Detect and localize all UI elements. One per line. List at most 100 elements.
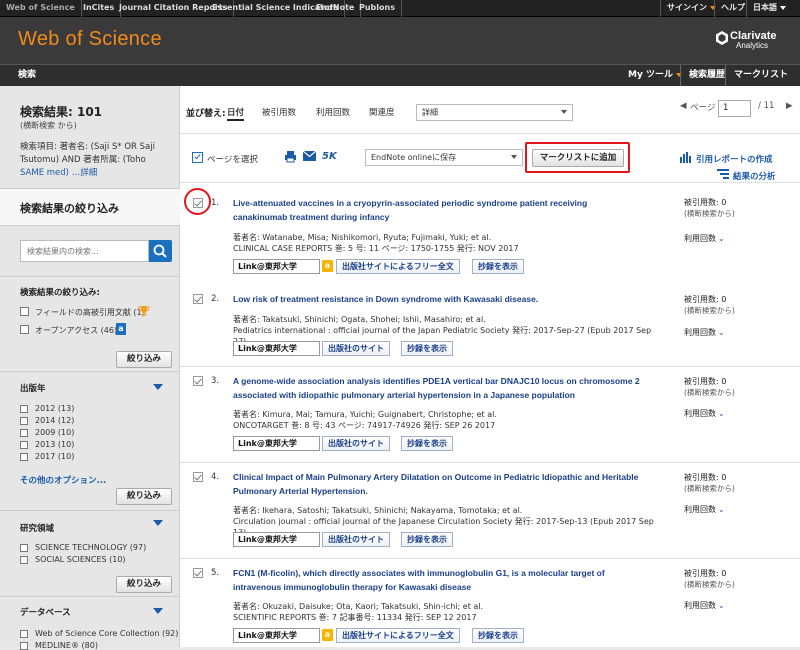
page-number-input[interactable]: 1 bbox=[718, 100, 751, 117]
title-line[interactable]: Live-attenuated vaccines in a cryopyrin-… bbox=[233, 196, 643, 210]
publisher-site-button[interactable]: 出版社のサイト bbox=[322, 436, 390, 451]
select-page-checkbox[interactable] bbox=[192, 152, 203, 163]
research-title: 研究領域 bbox=[20, 524, 55, 534]
page-total: / 11 bbox=[758, 101, 775, 111]
publisher-site-button[interactable]: 出版社のサイト bbox=[322, 341, 390, 356]
sort-date[interactable]: 日付 bbox=[227, 106, 245, 121]
refine-button[interactable]: 絞り込み bbox=[116, 488, 172, 505]
record-title[interactable]: Live-attenuated vaccines in a cryopyrin-… bbox=[233, 196, 643, 224]
year-checkbox[interactable] bbox=[20, 405, 28, 413]
marked-list-link[interactable]: マークリスト bbox=[725, 65, 796, 87]
year-checkbox[interactable] bbox=[20, 453, 28, 461]
record-checkbox[interactable] bbox=[193, 472, 203, 482]
research-label: SOCIAL SCIENCES (10) bbox=[35, 555, 126, 564]
endnote-value: EndNote onlineに保存 bbox=[371, 153, 457, 162]
highlight-circle bbox=[184, 188, 211, 215]
prev-page-icon[interactable]: ◀ bbox=[680, 101, 687, 111]
record-checkbox[interactable] bbox=[193, 376, 203, 386]
select-page-label[interactable]: ページを選択 bbox=[207, 153, 258, 165]
tab-web-of-science[interactable]: Web of Science bbox=[0, 0, 82, 17]
times-cited-source: (横断検索から) bbox=[684, 484, 735, 493]
publisher-site-button[interactable]: 出版社のサイト bbox=[322, 532, 390, 547]
database-checkbox[interactable] bbox=[20, 642, 28, 650]
usage-label: 利用回数 bbox=[684, 601, 716, 610]
view-abstract-button[interactable]: 抄録を表示 bbox=[401, 532, 453, 547]
result-record: 3. A genome-wide association analysis id… bbox=[180, 366, 800, 456]
usage-count-toggle[interactable]: 利用回数 ⌄ bbox=[684, 327, 725, 338]
result-source: (横断検索 から) bbox=[20, 121, 77, 130]
title-line[interactable]: canakinumab treatment during infancy bbox=[233, 210, 643, 224]
times-cited: 被引用数: 0 bbox=[684, 295, 727, 304]
tab-publons[interactable]: Publons bbox=[353, 0, 402, 17]
refine-button[interactable]: 絞り込み bbox=[116, 576, 172, 593]
title-line[interactable]: Clinical Impact of Main Pulmonary Artery… bbox=[233, 470, 663, 484]
usage-count-toggle[interactable]: 利用回数 ⌄ bbox=[684, 408, 725, 419]
record-checkbox[interactable] bbox=[193, 568, 203, 578]
more-options-link[interactable]: その他のオプション... bbox=[20, 474, 106, 486]
collapse-triangle-icon[interactable] bbox=[153, 608, 163, 614]
refine-search-input[interactable] bbox=[20, 240, 149, 262]
nav-search[interactable]: 検索 bbox=[18, 65, 36, 86]
usage-label: 利用回数 bbox=[684, 234, 716, 243]
link-toho-button[interactable]: Link@東邦大学 bbox=[233, 259, 320, 274]
year-checkbox[interactable] bbox=[20, 441, 28, 449]
title-line[interactable]: intravenous immunoglobulin therapy for K… bbox=[233, 580, 663, 594]
collapse-triangle-icon[interactable] bbox=[153, 520, 163, 526]
sort-usage[interactable]: 利用回数 bbox=[316, 106, 350, 118]
title-line[interactable]: Low risk of treatment resistance in Down… bbox=[233, 292, 643, 306]
record-checkbox[interactable] bbox=[193, 294, 203, 304]
analyze-results-link[interactable]: 結果の分析 bbox=[733, 170, 776, 182]
record-title[interactable]: Clinical Impact of Main Pulmonary Artery… bbox=[233, 470, 663, 498]
refine-button[interactable]: 絞り込み bbox=[116, 351, 172, 368]
view-abstract-button[interactable]: 抄録を表示 bbox=[472, 628, 524, 643]
link-toho-button[interactable]: Link@東邦大学 bbox=[233, 341, 320, 356]
link-toho-button[interactable]: Link@東邦大学 bbox=[233, 436, 320, 451]
next-page-icon[interactable]: ▶ bbox=[786, 101, 793, 111]
citation-report-link[interactable]: 引用レポートの作成 bbox=[696, 153, 773, 165]
language-menu[interactable]: 日本語 bbox=[746, 0, 792, 17]
signin-menu[interactable]: サインイン bbox=[660, 0, 722, 17]
wos-logo[interactable]: Web of Science bbox=[18, 28, 162, 51]
refine-search-button[interactable] bbox=[149, 240, 172, 262]
sort-more-select[interactable]: 詳細 bbox=[416, 104, 573, 121]
research-checkbox[interactable] bbox=[20, 556, 28, 564]
link-toho-button[interactable]: Link@東邦大学 bbox=[233, 628, 320, 643]
record-title[interactable]: FCN1 (M-ficolin), which directly associa… bbox=[233, 566, 663, 594]
usage-count-toggle[interactable]: 利用回数 ⌄ bbox=[684, 504, 725, 515]
title-line[interactable]: Pulmonary Arterial Hypertension. bbox=[233, 484, 663, 498]
collapse-triangle-icon[interactable] bbox=[153, 384, 163, 390]
title-line[interactable]: associated with idiopathic pulmonary art… bbox=[233, 388, 663, 402]
year-checkbox[interactable] bbox=[20, 417, 28, 425]
sort-times-cited[interactable]: 被引用数 bbox=[262, 106, 296, 118]
record-number: 5. bbox=[211, 568, 220, 578]
record-title[interactable]: Low risk of treatment resistance in Down… bbox=[233, 292, 643, 306]
usage-count-toggle[interactable]: 利用回数 ⌄ bbox=[684, 233, 725, 244]
view-abstract-button[interactable]: 抄録を表示 bbox=[472, 259, 524, 274]
email-icon[interactable] bbox=[303, 151, 316, 161]
database-checkbox[interactable] bbox=[20, 630, 28, 638]
five-k-icon[interactable]: 5K bbox=[322, 151, 337, 162]
view-abstract-button[interactable]: 抄録を表示 bbox=[401, 436, 453, 451]
publisher-fulltext-button[interactable]: 出版社サイトによるフリー全文 bbox=[336, 628, 460, 643]
title-line[interactable]: A genome-wide association analysis ident… bbox=[233, 374, 663, 388]
print-icon[interactable] bbox=[284, 150, 297, 163]
view-abstract-button[interactable]: 抄録を表示 bbox=[401, 341, 453, 356]
filter-checkbox[interactable] bbox=[20, 307, 29, 316]
year-checkbox[interactable] bbox=[20, 429, 28, 437]
usage-count-toggle[interactable]: 利用回数 ⌄ bbox=[684, 600, 725, 611]
query-line[interactable]: SAME med) …詳細 bbox=[20, 167, 170, 180]
chevron-down-icon: ⌄ bbox=[718, 601, 725, 610]
record-authors: 著者名: Kimura, Mai; Tamura, Yuichi; Guigna… bbox=[233, 410, 497, 419]
endnote-save-select[interactable]: EndNote onlineに保存 bbox=[365, 149, 523, 166]
record-source: SCIENTIFIC REPORTS 巻: 7 記事番号: 11334 発行: … bbox=[233, 613, 477, 622]
record-title[interactable]: A genome-wide association analysis ident… bbox=[233, 374, 663, 402]
sort-relevance[interactable]: 関連度 bbox=[369, 106, 395, 118]
results-panel: 並び替え: 日付 被引用数 利用回数 関連度 詳細 ◀ ページ 1 / 11 ▶… bbox=[180, 86, 800, 647]
research-checkbox[interactable] bbox=[20, 544, 28, 552]
chevron-down-icon bbox=[511, 155, 517, 159]
publisher-fulltext-button[interactable]: 出版社サイトによるフリー全文 bbox=[336, 259, 460, 274]
filter-checkbox[interactable] bbox=[20, 325, 29, 334]
link-toho-button[interactable]: Link@東邦大学 bbox=[233, 532, 320, 547]
result-record: 1. Live-attenuated vaccines in a cryopyr… bbox=[180, 182, 800, 274]
title-line[interactable]: FCN1 (M-ficolin), which directly associa… bbox=[233, 566, 663, 580]
